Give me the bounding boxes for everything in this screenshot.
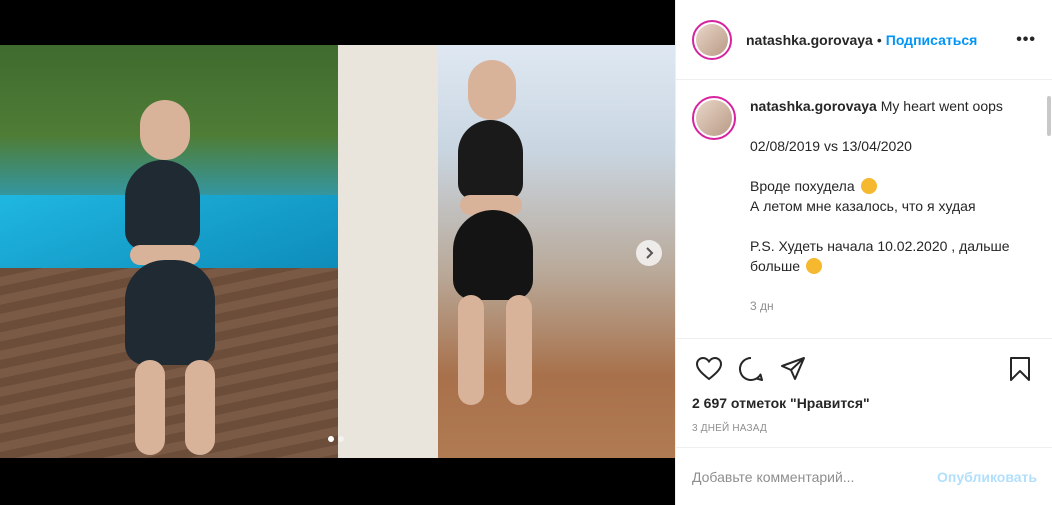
smile-emoji-icon — [805, 258, 822, 274]
post-side-panel: natashka.gorovaya • Подписаться ••• nata… — [675, 0, 1052, 505]
photo-after — [338, 45, 675, 458]
caption-line: P.S. Худеть начала 10.02.2020 , дальше б… — [750, 238, 1010, 274]
carousel-dot-active — [328, 436, 334, 442]
heart-icon[interactable] — [692, 352, 726, 386]
caption-avatar[interactable] — [692, 96, 736, 140]
separator-bullet: • — [876, 31, 882, 48]
caption-time: 3 дн — [750, 299, 774, 313]
person-shorts — [125, 260, 215, 365]
wall — [338, 45, 438, 458]
comments-area: natashka.gorovaya My heart went oops 02/… — [676, 80, 1052, 338]
person-leg-right — [506, 295, 532, 405]
comment-icon[interactable] — [734, 352, 768, 386]
caption-dates: 02/08/2019 vs 13/04/2020 — [750, 138, 912, 154]
person-head — [468, 60, 516, 120]
post-date: 3 ДНЕЙ НАЗАД — [692, 423, 767, 434]
post-header: natashka.gorovaya • Подписаться ••• — [676, 0, 1052, 80]
post-actions: 2 697 отметок "Нравится" 3 ДНЕЙ НАЗАД — [676, 338, 1052, 434]
carousel-dots — [328, 436, 344, 442]
post-media[interactable] — [0, 0, 675, 505]
scrollbar[interactable] — [1047, 96, 1051, 136]
comment-input[interactable] — [692, 468, 922, 485]
bookmark-icon[interactable] — [1003, 352, 1037, 386]
next-photo-button[interactable] — [636, 240, 662, 266]
caption: natashka.gorovaya My heart went oops 02/… — [750, 96, 1020, 322]
follow-button[interactable]: Подписаться — [886, 32, 978, 48]
person-top — [458, 120, 523, 200]
caption-text: My heart went oops — [880, 98, 1003, 114]
instagram-post: natashka.gorovaya • Подписаться ••• nata… — [0, 0, 1052, 505]
person-head — [140, 100, 190, 160]
person-top — [125, 160, 200, 250]
person-leg-right — [185, 360, 215, 455]
publish-button[interactable]: Опубликовать — [937, 469, 1037, 485]
share-icon[interactable] — [776, 352, 810, 386]
carousel-dot — [338, 436, 344, 442]
person-shorts — [453, 210, 533, 300]
more-options-icon[interactable]: ••• — [1016, 31, 1036, 49]
photo-before — [0, 45, 338, 458]
caption-line: А летом мне казалось, что я худая — [750, 198, 976, 214]
username-link[interactable]: natashka.gorovaya — [746, 32, 873, 48]
avatar[interactable] — [692, 19, 732, 60]
comment-box: Опубликовать — [676, 447, 1052, 505]
person-leg-left — [458, 295, 484, 405]
caption-username[interactable]: natashka.gorovaya — [750, 98, 877, 114]
likes-count[interactable]: 2 697 отметок "Нравится" — [692, 395, 1037, 411]
caption-line: Вроде похудела — [750, 178, 855, 194]
thinking-emoji-icon — [860, 178, 877, 194]
person-leg-left — [135, 360, 165, 455]
chevron-right-icon — [646, 247, 654, 259]
